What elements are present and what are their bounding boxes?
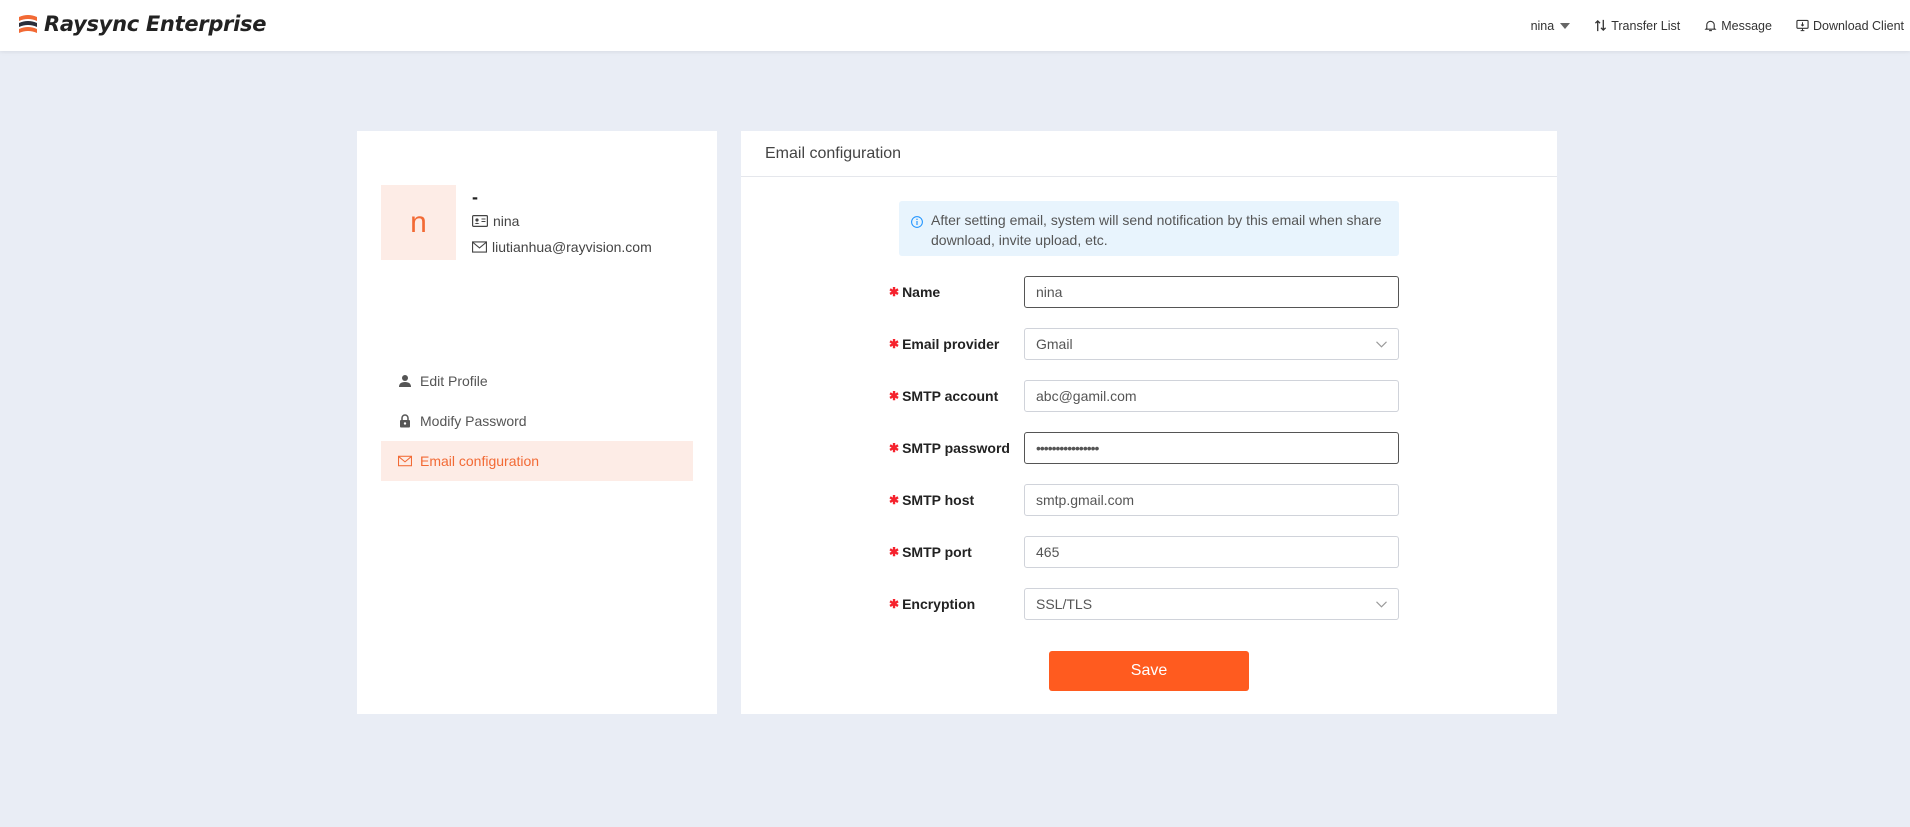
transfer-list-label: Transfer List (1611, 18, 1681, 33)
required-mark: ✱ (889, 337, 900, 351)
form-row-smtp-port: ✱ SMTP port (889, 536, 1409, 568)
bell-icon (1704, 20, 1717, 32)
download-client-label: Download Client (1812, 18, 1904, 33)
transfer-icon (1595, 19, 1607, 32)
form-row-smtp-host: ✱ SMTP host (889, 484, 1409, 516)
required-mark: ✱ (889, 389, 900, 403)
form-row-encryption: ✱ Encryption SSL/TLS (889, 588, 1409, 620)
message-label: Message (1721, 18, 1772, 33)
user-name: nina (1530, 18, 1555, 33)
smtp-host-input[interactable] (1024, 484, 1399, 516)
field-label: ✱ Encryption (889, 596, 1024, 612)
brand-name: Raysync Enterprise (44, 12, 267, 36)
mail-icon (398, 455, 412, 467)
smtp-account-input[interactable] (1024, 380, 1399, 412)
menu-item-email-configuration[interactable]: Email configuration (381, 441, 693, 481)
transfer-list-link[interactable]: Transfer List (1594, 19, 1680, 33)
id-card-icon (472, 215, 488, 227)
user-dropdown[interactable]: nina (1531, 19, 1571, 33)
profile-card: n - nina liutianhua@rayvision.com Edit P… (357, 131, 717, 714)
brand[interactable]: Raysync Enterprise (16, 12, 266, 36)
raysync-logo-icon (19, 15, 37, 33)
required-mark: ✱ (889, 597, 900, 611)
monitor-icon (1796, 19, 1809, 32)
download-client-link[interactable]: Download Client (1796, 19, 1904, 33)
smtp-port-input[interactable] (1024, 536, 1399, 568)
top-header: Raysync Enterprise nina Transfer List Me… (0, 0, 1910, 51)
required-mark: ✱ (889, 285, 900, 299)
lock-icon (400, 414, 410, 428)
chevron-down-icon (1376, 600, 1387, 608)
menu-item-modify-password[interactable]: Modify Password (381, 401, 693, 441)
card-title: Email configuration (741, 131, 1557, 177)
field-label-text: SMTP host (902, 492, 975, 508)
required-mark: ✱ (889, 545, 900, 559)
info-notice: After setting email, system will send no… (899, 201, 1399, 256)
profile-email-row: liutianhua@rayvision.com (472, 239, 652, 255)
menu-item-label: Modify Password (420, 413, 527, 429)
field-label: ✱ SMTP port (889, 544, 1024, 560)
form-row-name: ✱ Name (889, 276, 1409, 308)
encryption-value: SSL/TLS (1036, 596, 1093, 612)
field-label: ✱ Name (889, 284, 1024, 300)
email-provider-select[interactable]: Gmail (1024, 328, 1399, 360)
field-label-text: Email provider (902, 336, 1000, 352)
info-notice-text: After setting email, system will send no… (931, 212, 1382, 248)
caret-down-icon (1560, 22, 1571, 29)
settings-menu: Edit Profile Modify Password Email confi… (381, 361, 693, 481)
user-icon (399, 375, 411, 387)
menu-item-label: Edit Profile (420, 373, 488, 389)
menu-item-label: Email configuration (420, 453, 540, 469)
profile-username: nina (493, 213, 520, 229)
email-config-card: Email configuration After setting email,… (741, 131, 1557, 714)
header-actions: nina Transfer List Message Download Clie… (1531, 0, 1910, 51)
info-icon (911, 216, 923, 228)
required-mark: ✱ (889, 493, 900, 507)
smtp-password-input[interactable] (1024, 432, 1399, 464)
field-label-text: SMTP account (902, 388, 999, 404)
chevron-down-icon (1376, 340, 1387, 348)
field-label-text: Encryption (902, 596, 976, 612)
field-label: ✱ SMTP password (889, 440, 1024, 456)
profile-display-name: - (472, 187, 478, 207)
form-row-smtp-password: ✱ SMTP password (889, 432, 1409, 464)
menu-item-edit-profile[interactable]: Edit Profile (381, 361, 693, 401)
name-input[interactable] (1024, 276, 1399, 308)
save-button[interactable]: Save (1049, 651, 1249, 691)
field-label: ✱ SMTP host (889, 492, 1024, 508)
message-link[interactable]: Message (1704, 19, 1772, 33)
form-row-email-provider: ✱ Email provider Gmail (889, 328, 1409, 360)
field-label: ✱ SMTP account (889, 388, 1024, 404)
avatar: n (381, 185, 456, 260)
mail-icon (472, 241, 487, 253)
form-row-smtp-account: ✱ SMTP account (889, 380, 1409, 412)
required-mark: ✱ (889, 441, 900, 455)
profile-email: liutianhua@rayvision.com (492, 239, 652, 255)
field-label: ✱ Email provider (889, 336, 1024, 352)
email-provider-value: Gmail (1036, 336, 1073, 352)
field-label-text: SMTP port (902, 544, 972, 560)
encryption-select[interactable]: SSL/TLS (1024, 588, 1399, 620)
field-label-text: SMTP password (902, 440, 1010, 456)
profile-username-row: nina (472, 213, 519, 229)
field-label-text: Name (902, 284, 941, 300)
